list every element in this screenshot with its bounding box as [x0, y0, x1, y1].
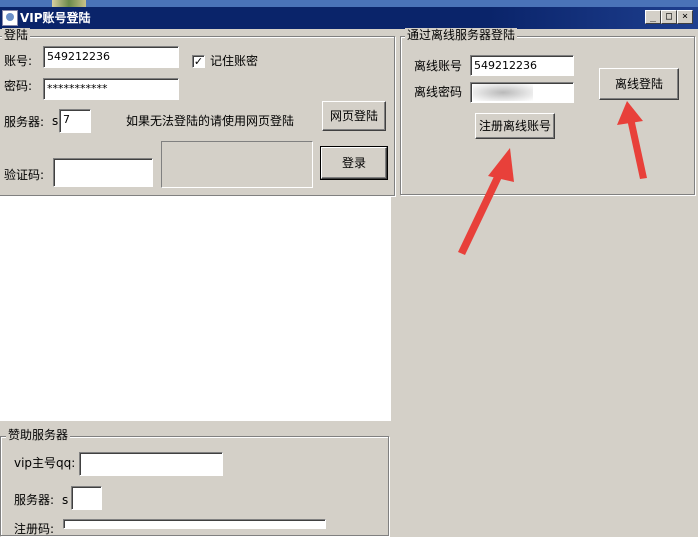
- arrow-to-offline-login: [617, 101, 647, 179]
- arrow-to-register: [458, 148, 514, 255]
- annotation-arrows: [458, 101, 647, 255]
